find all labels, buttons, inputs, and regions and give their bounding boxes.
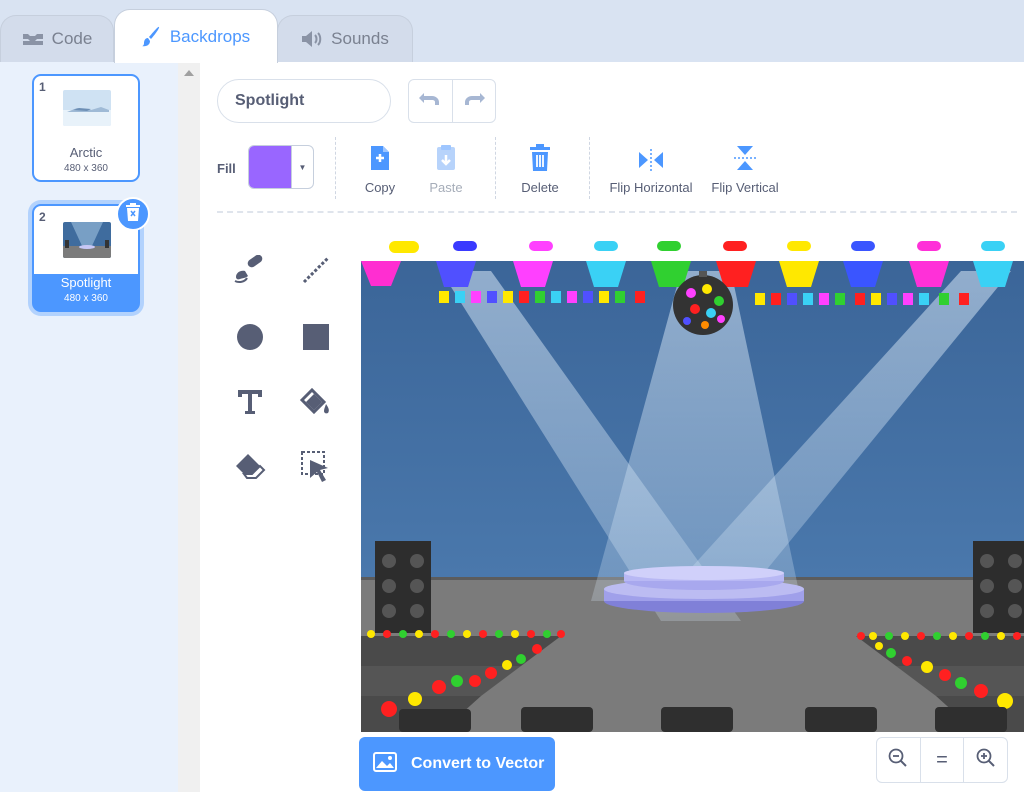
rectangle-tool-button[interactable] xyxy=(294,317,338,361)
line-icon xyxy=(301,255,331,290)
backdrop-number: 1 xyxy=(39,80,46,94)
image-icon xyxy=(373,751,397,777)
brush-icon xyxy=(233,254,267,290)
arctic-thumbnail-image xyxy=(63,90,111,126)
fill-label: Fill xyxy=(217,161,236,176)
undo-redo-group xyxy=(408,79,496,123)
backdrop-size: 480 x 360 xyxy=(64,163,108,174)
flip-horizontal-button[interactable]: Flip Horizontal xyxy=(606,142,696,195)
redo-button[interactable] xyxy=(453,80,496,122)
flip-horizontal-icon xyxy=(606,142,696,172)
zoom-out-button[interactable] xyxy=(877,738,921,782)
tab-sounds[interactable]: Sounds xyxy=(277,15,413,62)
code-icon xyxy=(22,31,44,47)
delete-backdrop-button[interactable] xyxy=(116,197,150,231)
paint-editor: Fill ▼ Copy Paste Delete Flip Horizontal xyxy=(200,62,1024,792)
tab-code-label: Code xyxy=(51,29,93,48)
paint-bucket-icon xyxy=(298,386,334,423)
fill-color-picker[interactable]: ▼ xyxy=(248,145,314,189)
tab-backdrops-label: Backdrops xyxy=(169,26,251,46)
line-tool-button[interactable] xyxy=(294,250,338,294)
fill-color-swatch xyxy=(249,146,291,188)
eraser-tool-button[interactable] xyxy=(228,447,272,491)
select-icon xyxy=(300,450,332,489)
brush-tool-button[interactable] xyxy=(228,250,272,294)
circle-icon xyxy=(235,322,265,357)
delete-label: Delete xyxy=(521,180,559,195)
divider xyxy=(335,137,336,199)
undo-icon xyxy=(419,92,441,111)
zoom-out-icon xyxy=(888,748,908,773)
backdrop-size: 480 x 360 xyxy=(64,293,108,304)
tab-sounds-label: Sounds xyxy=(331,29,389,48)
copy-button[interactable]: Copy xyxy=(362,142,398,195)
chevron-down-icon: ▼ xyxy=(291,146,313,188)
trash-icon xyxy=(125,202,141,226)
tab-code[interactable]: Code xyxy=(0,15,114,62)
text-tool-button[interactable] xyxy=(228,382,272,426)
flip-horizontal-label: Flip Horizontal xyxy=(609,180,693,195)
scroll-up-arrow-icon[interactable] xyxy=(184,70,194,76)
backdrop-list-scrollbar[interactable] xyxy=(178,62,201,792)
zoom-reset-label: = xyxy=(936,748,948,771)
paste-button[interactable]: Paste xyxy=(425,142,467,195)
backdrop-thumbnail-arctic[interactable]: 1 Arctic 480 x 360 xyxy=(32,74,140,182)
toolbar-divider xyxy=(217,211,1017,213)
backdrop-name: Arctic xyxy=(69,145,103,160)
zoom-controls: = xyxy=(876,737,1008,783)
tab-backdrops[interactable]: Backdrops xyxy=(114,9,278,63)
undo-button[interactable] xyxy=(409,80,453,122)
zoom-in-icon xyxy=(976,748,996,773)
flip-vertical-icon xyxy=(708,142,782,172)
paste-label: Paste xyxy=(429,180,463,195)
text-icon xyxy=(236,388,264,421)
delete-button[interactable]: Delete xyxy=(518,142,562,195)
tab-bar: Code Backdrops Sounds xyxy=(0,0,1024,63)
convert-to-vector-label: Convert to Vector xyxy=(411,755,545,772)
speaker-icon xyxy=(301,30,323,48)
backdrop-name: Spotlight xyxy=(60,275,112,290)
spotlight-stage-image xyxy=(361,241,1024,732)
backdrop-number: 2 xyxy=(39,210,46,224)
divider xyxy=(589,137,590,199)
zoom-in-button[interactable] xyxy=(964,738,1007,782)
backdrop-list: 1 Arctic 480 x 360 2 Spotlight 480 x 360 xyxy=(0,62,179,792)
divider xyxy=(495,137,496,199)
fill-tool-button[interactable] xyxy=(294,382,338,426)
spotlight-thumbnail-image xyxy=(63,222,111,258)
copy-label: Copy xyxy=(364,180,396,195)
paintbrush-icon xyxy=(141,26,162,48)
paste-icon xyxy=(425,142,467,172)
convert-to-vector-button[interactable]: Convert to Vector xyxy=(359,737,555,791)
select-tool-button[interactable] xyxy=(294,447,338,491)
redo-icon xyxy=(463,92,485,111)
costume-name-input[interactable] xyxy=(217,79,391,123)
copy-icon xyxy=(362,142,398,172)
flip-vertical-label: Flip Vertical xyxy=(711,180,779,195)
flip-vertical-button[interactable]: Flip Vertical xyxy=(708,142,782,195)
rectangle-icon xyxy=(302,323,330,356)
paint-canvas[interactable] xyxy=(361,241,1024,732)
trash-icon xyxy=(518,142,562,172)
eraser-icon xyxy=(233,452,267,487)
zoom-reset-button[interactable]: = xyxy=(921,738,965,782)
circle-tool-button[interactable] xyxy=(228,317,272,361)
